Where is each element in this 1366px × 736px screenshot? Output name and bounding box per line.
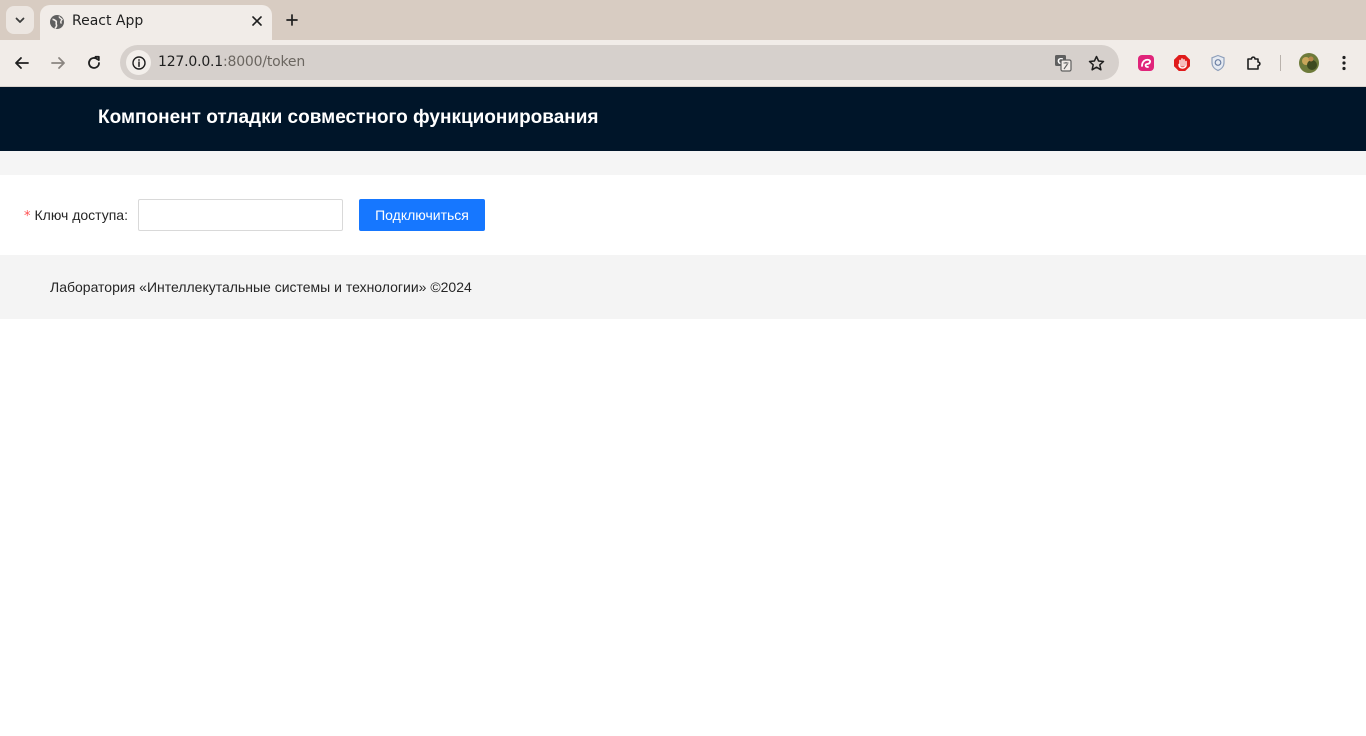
tab-title: React App <box>72 13 144 29</box>
content-spacer <box>0 151 1366 175</box>
avatar-icon <box>1299 53 1319 73</box>
translate-button[interactable]: G <box>1053 53 1073 73</box>
access-key-label-text: Ключ доступа <box>34 207 125 223</box>
required-mark: * <box>24 209 31 224</box>
address-bar[interactable]: 127.0.0.1:8000/token G <box>120 45 1119 80</box>
site-info-button[interactable] <box>126 50 151 75</box>
info-icon <box>131 55 146 70</box>
browser-tabstrip: React App <box>0 0 1366 40</box>
forward-button[interactable] <box>46 51 70 75</box>
app-header: Компонент отладки совместного функционир… <box>0 87 1366 151</box>
arrow-left-icon <box>15 57 29 69</box>
browser-menu-button[interactable] <box>1333 52 1355 74</box>
toolbar-divider <box>1280 55 1281 71</box>
connect-button[interactable]: Подключиться <box>359 199 485 231</box>
extensions-button[interactable] <box>1243 52 1265 74</box>
browser-toolbar: 127.0.0.1:8000/token G <box>0 40 1366 87</box>
stop-hand-icon <box>1174 55 1190 71</box>
puzzle-icon <box>1247 56 1261 70</box>
extension-3-button[interactable] <box>1207 52 1229 74</box>
kebab-menu-icon <box>1342 55 1346 71</box>
url-path: :8000/token <box>223 54 306 70</box>
reload-icon <box>88 55 100 69</box>
bookmark-button[interactable] <box>1086 53 1106 73</box>
reload-button[interactable] <box>82 51 106 75</box>
tab-react-app[interactable]: React App <box>40 5 272 40</box>
tab-search-button[interactable] <box>6 6 34 34</box>
chevron-down-icon <box>15 17 25 23</box>
close-icon <box>252 16 262 26</box>
arrow-right-icon <box>51 57 65 69</box>
access-key-input[interactable] <box>138 199 343 231</box>
access-key-label: * Ключ доступа: <box>24 207 128 224</box>
extension-app-icon <box>1138 55 1154 71</box>
globe-icon <box>50 15 64 29</box>
url-host: 127.0.0.1 <box>158 54 223 70</box>
translate-icon: G <box>1055 55 1072 72</box>
extension-1-button[interactable] <box>1135 52 1157 74</box>
new-tab-button[interactable] <box>281 9 303 31</box>
footer-text: Лаборатория «Интеллекутальные системы и … <box>50 279 472 295</box>
profile-avatar[interactable] <box>1297 51 1321 75</box>
page-title: Компонент отладки совместного функционир… <box>98 107 599 128</box>
star-icon <box>1088 55 1104 71</box>
back-button[interactable] <box>10 51 34 75</box>
shield-icon <box>1211 54 1225 72</box>
tab-close-button[interactable] <box>248 12 266 30</box>
extension-2-button[interactable] <box>1171 52 1193 74</box>
page-footer: Лаборатория «Интеллекутальные системы и … <box>0 255 1366 319</box>
plus-icon <box>286 14 298 26</box>
token-form: * Ключ доступа: Подключиться <box>0 175 1366 255</box>
url-text: 127.0.0.1:8000/token <box>158 54 305 70</box>
